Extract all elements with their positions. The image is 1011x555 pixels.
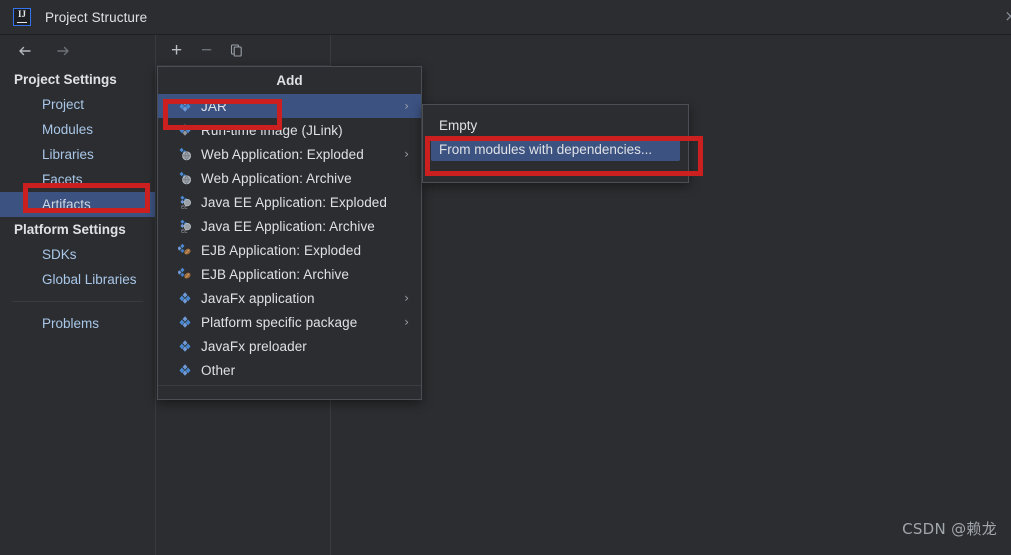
jar-submenu: Empty From modules with dependencies...: [422, 104, 689, 183]
menu-item-label: Other: [201, 362, 236, 378]
menu-item-label: Run-time image (JLink): [201, 122, 343, 138]
menu-item-other[interactable]: Other: [158, 358, 421, 382]
menu-item-javafx-application[interactable]: JavaFx application ›: [158, 286, 421, 310]
minus-icon: −: [200, 39, 213, 61]
submenu-item-from-modules-with-dependencies[interactable]: From modules with dependencies...: [431, 137, 680, 161]
sidebar-item-project[interactable]: Project: [0, 92, 155, 117]
menu-item-web-application-exploded[interactable]: Web Application: Exploded ›: [158, 142, 421, 166]
menu-item-label: EJB Application: Exploded: [201, 242, 362, 258]
ejb-application-bean-icon: [178, 267, 192, 281]
web-application-globe-icon: [178, 171, 192, 185]
menu-item-java-ee-application-archive[interactable]: EE Java EE Application: Archive: [158, 214, 421, 238]
add-button[interactable]: +: [168, 39, 185, 61]
navigation-arrows: [0, 35, 155, 67]
java-ee-application-icon: EE: [178, 219, 192, 233]
artifact-diamond-icon: [178, 339, 192, 353]
menu-item-javafx-preloader[interactable]: JavaFx preloader: [158, 334, 421, 358]
sidebar-item-problems[interactable]: Problems: [0, 311, 155, 336]
intellij-idea-logo-icon: IJ: [13, 8, 31, 26]
intellij-idea-logo-text: IJ: [17, 9, 26, 19]
intellij-idea-logo-bar: [17, 21, 27, 23]
sidebar-divider: [12, 301, 143, 302]
sidebar-group-project-settings: Project Settings: [14, 72, 117, 87]
arrow-left-icon[interactable]: [16, 42, 34, 60]
svg-text:EE: EE: [181, 228, 187, 233]
add-menu-title: Add: [276, 73, 303, 88]
menu-item-ejb-application-archive[interactable]: EJB Application: Archive: [158, 262, 421, 286]
copy-button[interactable]: [228, 42, 245, 59]
menu-item-java-ee-application-exploded[interactable]: EE Java EE Application: Exploded: [158, 190, 421, 214]
submenu-item-empty[interactable]: Empty: [423, 113, 688, 137]
menu-item-label: JavaFx preloader: [201, 338, 307, 354]
menu-item-ejb-application-exploded[interactable]: EJB Application: Exploded: [158, 238, 421, 262]
menu-item-web-application-archive[interactable]: Web Application: Archive: [158, 166, 421, 190]
csdn-watermark: CSDN @赖龙: [902, 520, 997, 538]
add-menu-footer: [158, 385, 421, 399]
window-title: Project Structure: [45, 9, 148, 25]
web-application-globe-icon: [178, 147, 192, 161]
title-bar: IJ Project Structure ×: [0, 0, 1011, 35]
svg-text:EE: EE: [181, 204, 187, 209]
ejb-application-bean-icon: [178, 243, 192, 257]
chevron-right-icon: ›: [404, 99, 409, 113]
sidebar-item-global-libraries[interactable]: Global Libraries: [0, 267, 155, 292]
artifact-diamond-icon: [178, 363, 192, 377]
artifact-diamond-icon: [178, 99, 192, 113]
menu-item-label: Platform specific package: [201, 314, 358, 330]
menu-item-label: EJB Application: Archive: [201, 266, 349, 282]
chevron-right-icon: ›: [404, 147, 409, 161]
close-icon[interactable]: ×: [1004, 9, 1011, 24]
menu-item-label: Web Application: Exploded: [201, 146, 364, 162]
sidebar-item-sdks[interactable]: SDKs: [0, 242, 155, 267]
settings-sidebar: Project Settings Project Modules Librari…: [0, 35, 156, 555]
artifact-diamond-icon: [178, 315, 192, 329]
project-structure-window: IJ Project Structure × Project Settings …: [0, 0, 1011, 555]
plus-icon: +: [170, 39, 183, 61]
sidebar-item-artifacts[interactable]: Artifacts: [0, 192, 155, 217]
menu-item-runtime-image-jlink[interactable]: Run-time image (JLink): [158, 118, 421, 142]
menu-item-label: Java EE Application: Archive: [201, 218, 375, 234]
menu-item-label: JAR: [201, 98, 227, 114]
sidebar-item-libraries[interactable]: Libraries: [0, 142, 155, 167]
artifact-diamond-icon: [178, 123, 192, 137]
menu-item-platform-specific-package[interactable]: Platform specific package ›: [158, 310, 421, 334]
arrow-right-icon[interactable]: [54, 42, 72, 60]
sidebar-item-modules[interactable]: Modules: [0, 117, 155, 142]
remove-button[interactable]: −: [198, 39, 215, 61]
chevron-right-icon: ›: [404, 315, 409, 329]
add-artifact-menu: Add JAR › Run-time image (JLink) Web App…: [157, 66, 422, 400]
chevron-right-icon: ›: [404, 291, 409, 305]
artifacts-toolbar: + −: [157, 35, 331, 66]
menu-item-jar[interactable]: JAR ›: [158, 94, 421, 118]
menu-item-label: JavaFx application: [201, 290, 315, 306]
menu-item-label: Java EE Application: Exploded: [201, 194, 388, 210]
sidebar-item-facets[interactable]: Facets: [0, 167, 155, 192]
sidebar-group-platform-settings: Platform Settings: [14, 222, 126, 237]
artifact-diamond-icon: [178, 291, 192, 305]
java-ee-application-icon: EE: [178, 195, 192, 209]
menu-item-label: Web Application: Archive: [201, 170, 352, 186]
